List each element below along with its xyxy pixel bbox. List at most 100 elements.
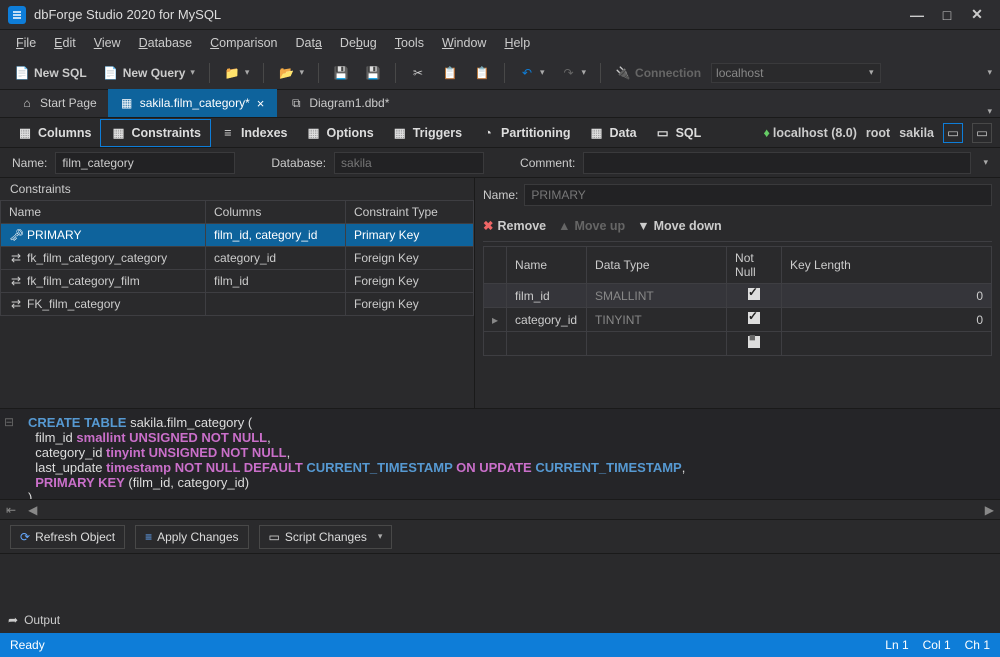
open-icon: 📁: [224, 65, 240, 81]
refresh-icon: ⟳: [20, 530, 30, 544]
dcol-notnull[interactable]: Not Null: [727, 247, 782, 284]
tb-copy-button[interactable]: 📋: [436, 62, 464, 84]
plug-icon: 🔌: [615, 65, 631, 81]
menu-database[interactable]: Database: [131, 33, 201, 53]
menu-edit[interactable]: Edit: [46, 33, 84, 53]
new-query-button[interactable]: 📄New Query▾: [97, 62, 201, 84]
scroll-nav-icon[interactable]: ⇤: [0, 503, 22, 517]
tab-diagram[interactable]: ⧉Diagram1.dbd*: [277, 89, 400, 117]
vtab-constraints[interactable]: ▦Constraints: [100, 119, 210, 147]
view-tabs: ▦Columns ▦Constraints ≡Indexes ▦Options …: [0, 118, 1000, 148]
tb-redo-button[interactable]: ↷▾: [555, 62, 593, 84]
database-input[interactable]: [334, 152, 484, 174]
scroll-strip[interactable]: ⇤ ◀ ▶: [0, 500, 1000, 520]
script-icon: ▭: [269, 530, 280, 544]
tab-close-icon[interactable]: ×: [255, 96, 267, 111]
name-input[interactable]: [55, 152, 235, 174]
vtab-partitioning[interactable]: ◔Partitioning: [471, 120, 579, 146]
comment-label: Comment:: [520, 156, 575, 170]
dcol-datatype[interactable]: Data Type: [587, 247, 727, 284]
form-overflow-icon[interactable]: ▾: [983, 157, 988, 168]
menu-comparison[interactable]: Comparison: [202, 33, 285, 53]
table-row[interactable]: ⇄fk_film_category_film film_idForeign Ke…: [1, 270, 474, 293]
document-tabs: ⌂Start Page ▦sakila.film_category*× ⧉Dia…: [0, 90, 1000, 118]
dcol-name[interactable]: Name: [507, 247, 587, 284]
scroll-left-icon[interactable]: ◀: [22, 503, 43, 517]
form-bar: Name: Database: Comment: ▾: [0, 148, 1000, 178]
tab-start-page[interactable]: ⌂Start Page: [8, 89, 108, 117]
fold-icon[interactable]: ⊟: [4, 415, 14, 429]
menu-debug[interactable]: Debug: [332, 33, 385, 53]
menu-view[interactable]: View: [86, 33, 129, 53]
app-logo-icon: [8, 6, 26, 24]
data-icon: ▦: [589, 125, 605, 141]
menu-tools[interactable]: Tools: [387, 33, 432, 53]
paste-icon: 📋: [474, 65, 490, 81]
table-row[interactable]: ⇄fk_film_category_category category_idFo…: [1, 247, 474, 270]
vtab-sql[interactable]: ▭SQL: [646, 120, 711, 146]
constraints-grid: Name Columns Constraint Type 🗝PRIMARY fi…: [0, 200, 474, 316]
sql-tab-icon: ▭: [655, 125, 671, 141]
checkbox-icon[interactable]: [748, 288, 760, 300]
tb-connection-button[interactable]: 🔌Connection: [609, 62, 707, 84]
table-row[interactable]: ▸category_idTINYINT 0: [484, 308, 992, 332]
tb-open-button[interactable]: 📁▾: [218, 62, 256, 84]
checkbox-icon[interactable]: [748, 336, 760, 348]
vtab-triggers[interactable]: ▦Triggers: [383, 120, 471, 146]
server-chip: ♦localhost (8.0): [763, 126, 856, 140]
move-up-button[interactable]: ▲Move up: [558, 219, 625, 233]
vtab-data[interactable]: ▦Data: [580, 120, 646, 146]
up-icon: ▲: [558, 219, 570, 233]
vtab-indexes[interactable]: ≡Indexes: [211, 120, 297, 146]
checkbox-icon[interactable]: [748, 312, 760, 324]
menu-help[interactable]: Help: [496, 33, 538, 53]
cut-icon: ✂: [410, 65, 426, 81]
remove-button[interactable]: ✖Remove: [483, 218, 546, 233]
tb-save-button[interactable]: 💾: [327, 62, 355, 84]
constraints-header: Constraints: [0, 178, 474, 200]
table-row[interactable]: 🗝PRIMARY film_id, category_idPrimary Key: [1, 224, 474, 247]
menu-file[interactable]: File: [8, 33, 44, 53]
layout-btn-1[interactable]: ▭: [943, 123, 963, 143]
table-row[interactable]: ⇄FK_film_category Foreign Key: [1, 293, 474, 316]
dcol-keylength[interactable]: Key Length: [782, 247, 992, 284]
col-columns[interactable]: Columns: [206, 201, 346, 224]
output-bar[interactable]: ➦ Output: [0, 607, 1000, 633]
scroll-right-icon[interactable]: ▶: [979, 503, 1000, 517]
tb-paste-button[interactable]: 📋: [468, 62, 496, 84]
detail-name-input[interactable]: [524, 184, 992, 206]
constraints-icon: ▦: [110, 125, 126, 141]
doctabs-overflow-icon[interactable]: ▾: [987, 106, 992, 117]
toolbar-overflow-icon[interactable]: ▾: [987, 67, 992, 78]
minimize-button[interactable]: —: [902, 6, 932, 24]
table-row[interactable]: [484, 332, 992, 356]
main-toolbar: 📄New SQL 📄New Query▾ 📁▾ 📂▾ 💾 💾 ✂ 📋 📋 ↶▾ …: [0, 56, 1000, 90]
script-changes-button[interactable]: ▭Script Changes▾: [259, 525, 393, 549]
refresh-object-button[interactable]: ⟳Refresh Object: [10, 525, 125, 549]
tb-folder-button[interactable]: 📂▾: [272, 62, 310, 84]
sql-editor[interactable]: ⊟ CREATE TABLE sakila.film_category ( fi…: [0, 408, 1000, 500]
tab-film-category[interactable]: ▦sakila.film_category*×: [108, 89, 278, 117]
database-label: Database:: [271, 156, 326, 170]
menu-data[interactable]: Data: [288, 33, 330, 53]
table-row[interactable]: film_idSMALLINT 0: [484, 284, 992, 308]
move-down-button[interactable]: ▼Move down: [637, 219, 721, 233]
col-type[interactable]: Constraint Type: [346, 201, 474, 224]
triggers-icon: ▦: [392, 125, 408, 141]
layout-btn-2[interactable]: ▭: [972, 123, 992, 143]
tb-cut-button[interactable]: ✂: [404, 62, 432, 84]
col-name[interactable]: Name: [1, 201, 206, 224]
status-line: Ln 1: [885, 638, 908, 652]
tb-saveall-button[interactable]: 💾: [359, 62, 387, 84]
vtab-options[interactable]: ▦Options: [297, 120, 383, 146]
apply-changes-button[interactable]: ≡Apply Changes: [135, 525, 248, 549]
connection-input[interactable]: [711, 63, 881, 83]
maximize-button[interactable]: □: [932, 6, 962, 24]
window-title: dbForge Studio 2020 for MySQL: [34, 7, 902, 22]
vtab-columns[interactable]: ▦Columns: [8, 120, 100, 146]
menu-window[interactable]: Window: [434, 33, 494, 53]
comment-input[interactable]: [583, 152, 971, 174]
tb-undo-button[interactable]: ↶▾: [513, 62, 551, 84]
new-sql-button[interactable]: 📄New SQL: [8, 62, 93, 84]
close-button[interactable]: ✕: [962, 6, 992, 24]
